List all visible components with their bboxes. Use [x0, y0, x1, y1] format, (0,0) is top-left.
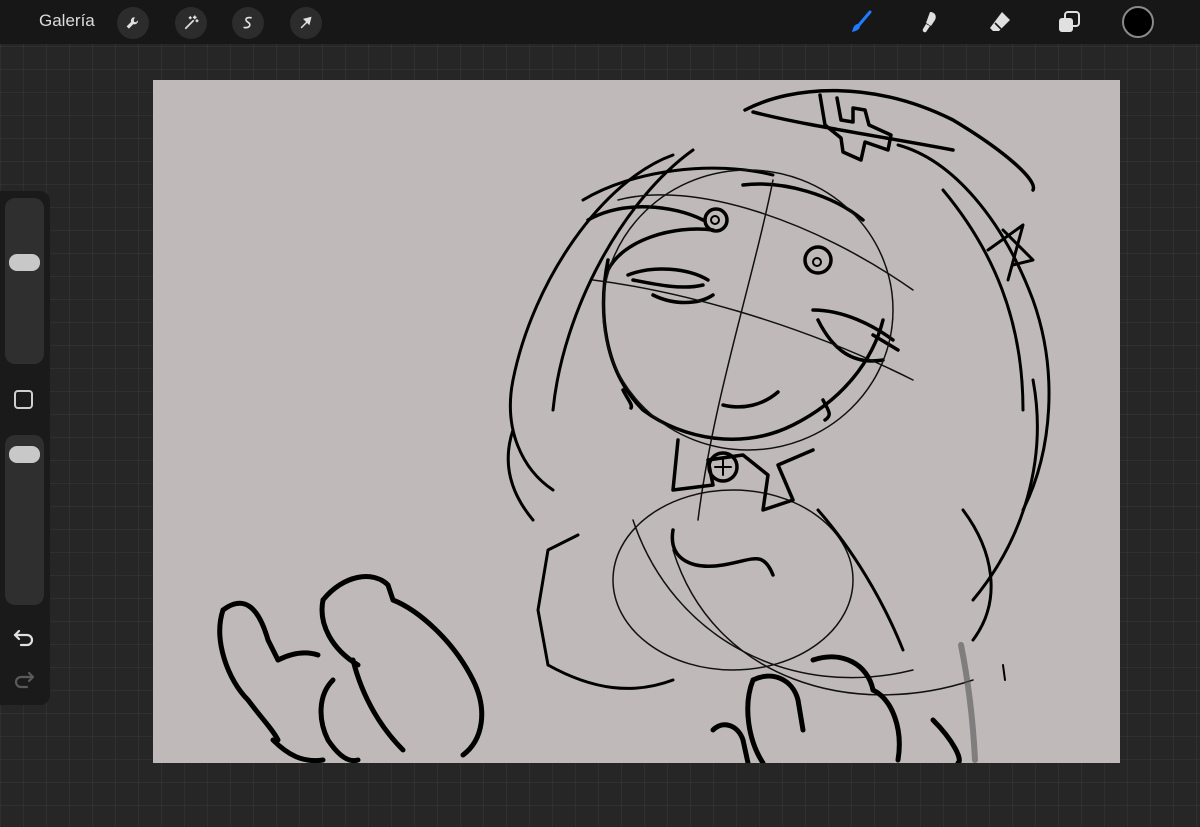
eraser-icon — [990, 12, 1010, 31]
transform-arrow-icon — [300, 16, 312, 29]
left-sidebar — [0, 191, 50, 705]
wrench-icon — [126, 17, 138, 29]
smudge-icon — [922, 12, 936, 33]
color-picker-button[interactable] — [1122, 6, 1154, 38]
gallery-button[interactable]: Galería — [39, 11, 95, 31]
modify-button[interactable] — [14, 390, 33, 409]
brush-size-slider[interactable] — [5, 198, 44, 364]
sketch-artwork — [217, 88, 1051, 763]
brush-size-thumb[interactable] — [9, 254, 40, 271]
undo-icon[interactable] — [12, 626, 36, 648]
smudge-tool-button[interactable] — [913, 6, 945, 38]
drawing-canvas[interactable] — [153, 80, 1120, 763]
transform-button[interactable] — [290, 7, 322, 39]
opacity-slider[interactable] — [5, 435, 44, 605]
eraser-tool-button[interactable] — [984, 6, 1016, 38]
selection-icon — [243, 16, 252, 29]
top-toolbar: Galería — [0, 0, 1200, 44]
magic-wand-icon — [184, 15, 199, 30]
brush-icon — [852, 10, 872, 32]
layers-button[interactable] — [1053, 6, 1085, 38]
adjustments-button[interactable] — [175, 7, 207, 39]
actions-button[interactable] — [117, 7, 149, 39]
redo-icon[interactable] — [12, 668, 36, 690]
opacity-thumb[interactable] — [9, 446, 40, 463]
selection-button[interactable] — [232, 7, 264, 39]
layers-icon — [1059, 11, 1080, 32]
brush-tool-button[interactable] — [845, 6, 877, 38]
